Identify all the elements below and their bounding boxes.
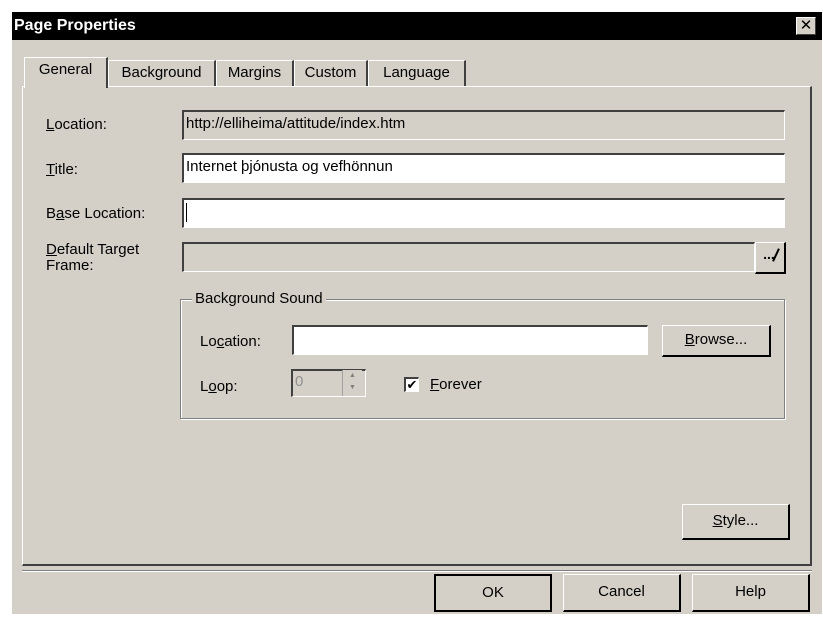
- tab-background[interactable]: Background: [108, 60, 216, 86]
- tab-label: Custom: [304, 64, 357, 81]
- tab-language[interactable]: Language: [368, 60, 466, 86]
- footer-separator: [22, 570, 812, 572]
- help-button[interactable]: Help: [692, 574, 810, 612]
- general-tab-panel: [22, 86, 812, 566]
- ok-button[interactable]: OK: [434, 574, 552, 612]
- tab-label: Margins: [227, 64, 282, 81]
- tab-general[interactable]: General: [24, 57, 108, 88]
- tab-custom[interactable]: Custom: [294, 60, 368, 86]
- window-title: Page Properties: [14, 17, 136, 34]
- page-properties-dialog: Page Properties ✕ General Background Mar…: [12, 12, 822, 614]
- close-button[interactable]: ✕: [796, 17, 816, 35]
- tab-margins[interactable]: Margins: [216, 60, 294, 86]
- cancel-button[interactable]: Cancel: [563, 574, 681, 612]
- tab-label: Language: [383, 64, 450, 81]
- title-bar[interactable]: Page Properties ✕: [12, 12, 822, 40]
- tab-label: General: [38, 61, 93, 78]
- tab-label: Background: [121, 64, 202, 81]
